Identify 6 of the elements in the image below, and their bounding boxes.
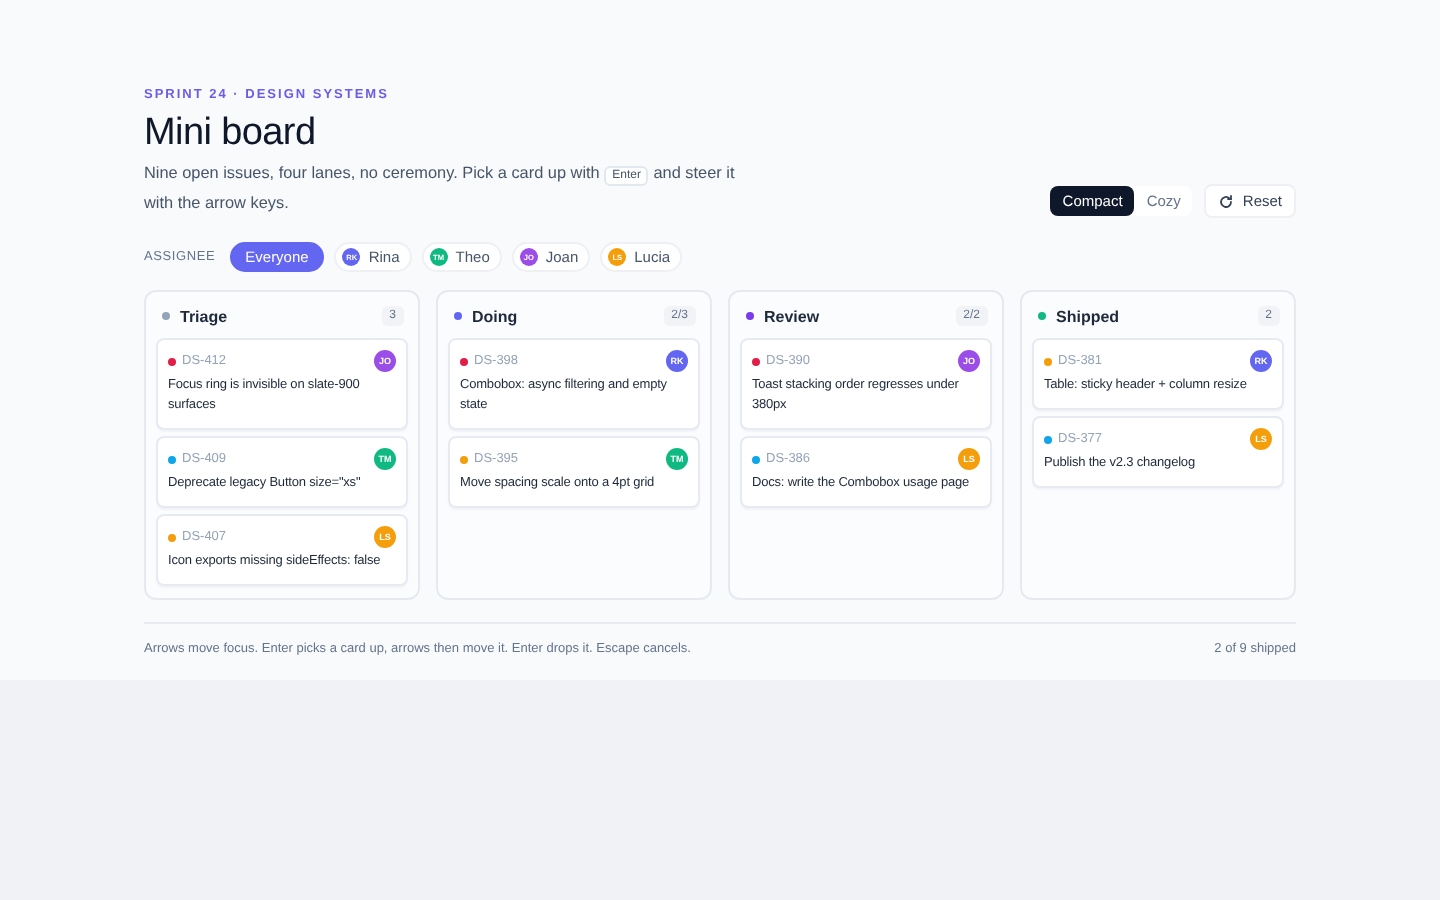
lane-title: Review [764,307,820,325]
lane-title: Doing [472,307,518,325]
reset-icon [1218,193,1235,209]
lane-title: Shipped [1056,307,1120,325]
lane-title: Triage [180,307,228,325]
page-title: Mini board [144,112,318,156]
